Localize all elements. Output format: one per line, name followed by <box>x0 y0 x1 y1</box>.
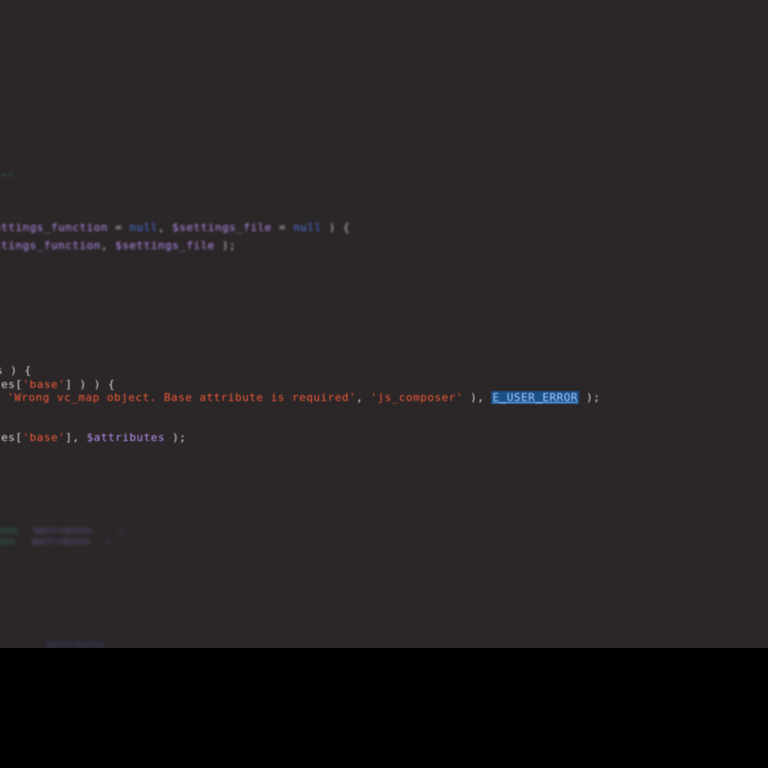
code-token: $attributes <box>33 526 93 535</box>
code-token: ); <box>214 239 237 252</box>
code-token: ribute <box>0 537 16 546</box>
code-token: $settings_file <box>115 239 215 252</box>
selected-token: E_USER_ERROR <box>491 391 579 404</box>
code-line-10: ---- $attributes <box>20 638 105 648</box>
code-token: ] ) ) { <box>65 378 116 391</box>
code-token: ); <box>578 391 601 404</box>
code-token: -- <box>0 168 15 181</box>
bottom-black-bar <box>0 648 768 768</box>
code-editor[interactable]: -- ettings_function = null, $settings_fi… <box>0 0 768 648</box>
code-line-6: 'Wrong vc_map object. Base attribute is … <box>0 391 600 405</box>
code-token: 'js_composer' <box>370 391 463 404</box>
code-line-1: -- <box>0 168 14 182</box>
code-token: ) { <box>321 221 351 234</box>
code-token: ], <box>65 431 87 444</box>
code-line-5: tes['base'] ) ) { <box>0 378 115 392</box>
code-line-2: ettings_function = null, $settings_file … <box>0 221 350 235</box>
code-token: ); <box>164 431 187 444</box>
code-token: 'base' <box>22 378 66 391</box>
code-token: 'Wrong vc_map object. Base attribute is … <box>7 391 357 404</box>
code-token: $attributes <box>46 640 106 648</box>
code-token: = <box>107 221 130 234</box>
code-token: ettings_function <box>0 221 108 234</box>
code-token: tes[ <box>0 378 23 391</box>
code-token: ---- <box>20 640 47 648</box>
code-token: null <box>129 221 158 234</box>
code-token: ribute <box>0 526 18 535</box>
code-line-4: s ) { <box>0 364 32 378</box>
code-line-3: ttings_function, $settings_file ); <box>0 239 236 253</box>
code-line-7: tes['base'], $attributes ); <box>0 431 186 445</box>
code-token: ttings_function <box>0 239 101 252</box>
code-token: null <box>293 221 322 234</box>
code-token: - > <box>92 526 125 535</box>
code-token: , <box>157 221 173 234</box>
code-line-9: ribute $attributes -> <box>0 535 112 549</box>
code-token: tes[ <box>0 431 23 444</box>
code-token: = <box>271 221 294 234</box>
code-token: $attributes <box>86 431 165 444</box>
code-token: 'base' <box>22 431 66 444</box>
code-token: , <box>100 239 116 252</box>
code-token: $attributes <box>31 537 91 546</box>
code-token: s ) { <box>0 364 32 377</box>
code-token: -> <box>90 537 112 546</box>
code-token: ), <box>462 391 492 404</box>
code-token: , <box>356 391 371 404</box>
code-token: $settings_file <box>172 221 272 234</box>
